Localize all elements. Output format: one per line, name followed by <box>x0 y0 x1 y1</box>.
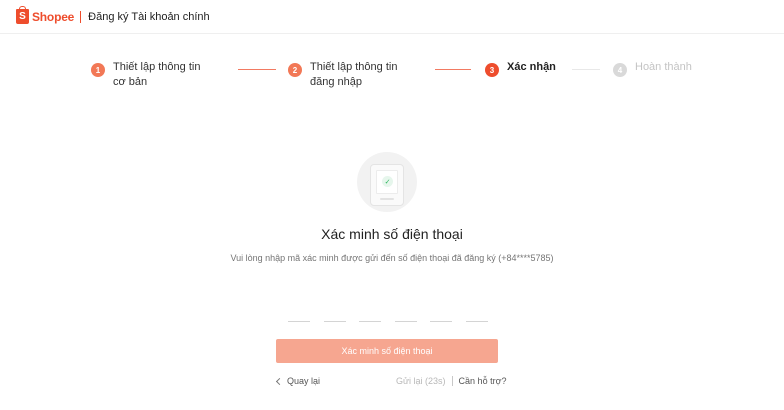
phone-screen: ✓ <box>376 170 398 194</box>
chevron-left-icon <box>275 377 284 385</box>
verify-heading: Xác minh số điện thoại <box>321 226 463 242</box>
step-number-badge: 1 <box>91 63 105 77</box>
step-connector <box>435 69 471 70</box>
header-divider <box>80 10 82 23</box>
footer-actions: Gửi lại (23s) Cần hỗ trợ? <box>396 376 506 386</box>
step-connector <box>238 69 276 70</box>
back-label: Quay lại <box>287 376 321 386</box>
phone-home-bar <box>380 198 394 200</box>
step-number-badge: 4 <box>613 63 627 77</box>
registration-stepper: 1 Thiết lập thông tin cơ bản 2 Thiết lập… <box>0 60 784 100</box>
back-link[interactable]: Quay lại <box>275 376 321 386</box>
resend-code-link[interactable]: Gửi lại (23s) <box>396 376 446 386</box>
otp-input-group <box>288 306 488 322</box>
otp-digit-6[interactable] <box>465 306 488 322</box>
step-complete: 4 Hoàn thành <box>613 60 703 77</box>
otp-digit-5[interactable] <box>430 306 453 322</box>
step-login-info: 2 Thiết lập thông tin đăng nhập <box>288 60 423 90</box>
verify-description: Vui lòng nhập mã xác minh được gửi đến s… <box>230 253 554 263</box>
page-title: Đăng ký Tài khoản chính <box>88 10 210 23</box>
otp-digit-2[interactable] <box>323 306 346 322</box>
shopee-logo[interactable]: S Shopee <box>16 6 75 24</box>
otp-digit-3[interactable] <box>359 306 382 322</box>
help-link[interactable]: Cần hỗ trợ? <box>459 376 507 386</box>
step-label: Thiết lập thông tin cơ bản <box>113 61 201 88</box>
step-label: Xác nhận <box>507 61 556 73</box>
otp-digit-4[interactable] <box>394 306 417 322</box>
brand-name: Shopee <box>32 9 75 24</box>
check-icon: ✓ <box>382 176 393 187</box>
step-confirm: 3 Xác nhận <box>485 60 565 77</box>
footer-divider <box>451 376 453 386</box>
otp-digit-1[interactable] <box>288 306 310 322</box>
step-label: Thiết lập thông tin đăng nhập <box>310 61 398 88</box>
step-basic-info: 1 Thiết lập thông tin cơ bản <box>91 60 216 90</box>
step-number-badge: 2 <box>288 63 302 77</box>
step-label: Hoàn thành <box>635 61 692 73</box>
top-header: S Shopee Đăng ký Tài khoản chính <box>0 0 784 34</box>
verify-phone-button[interactable]: Xác minh số điện thoại <box>276 339 498 363</box>
step-connector <box>572 69 600 70</box>
shopee-bag-icon: S <box>16 6 29 24</box>
phone-check-icon: ✓ <box>357 152 417 212</box>
step-number-badge: 3 <box>485 63 499 77</box>
phone-illustration: ✓ <box>370 164 404 206</box>
